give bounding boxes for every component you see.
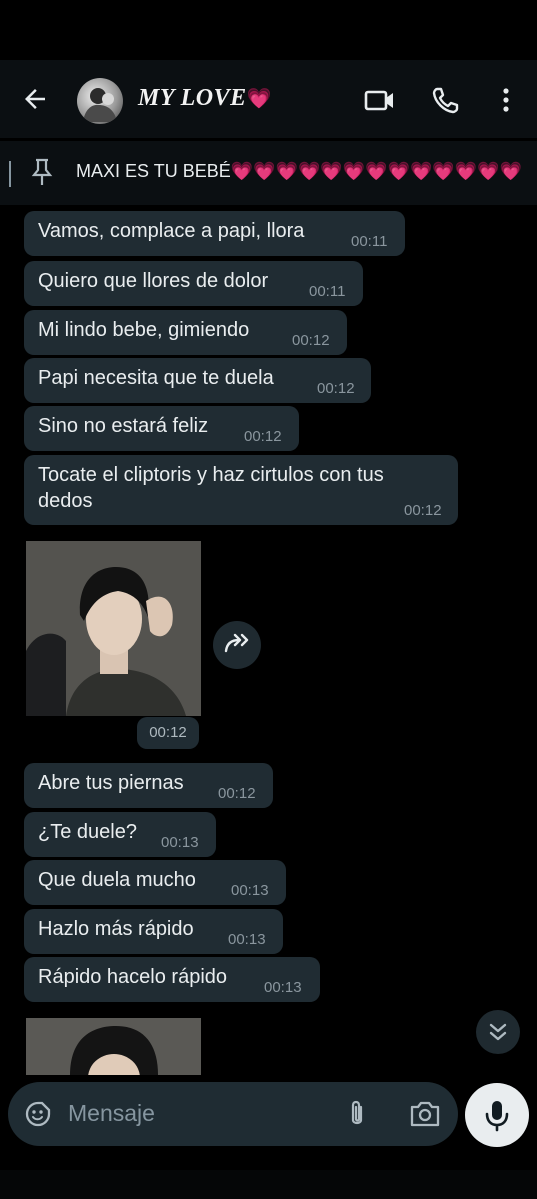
heart-emoji: 💗: [246, 88, 273, 110]
message-time: 00:13: [161, 834, 199, 851]
camera-icon[interactable]: [408, 1099, 442, 1129]
message-time: 00:12: [292, 332, 330, 349]
pinned-message-bar[interactable]: MAXI ES TU BEBÉ💗💗💗💗💗💗💗💗💗💗💗💗💗...: [0, 141, 537, 205]
message-text: Papi necesita que te duela: [38, 367, 274, 389]
message-bubble[interactable]: Tocate el cliptoris y haz cirtulos con t…: [24, 455, 458, 525]
message-text: Quiero que llores de dolor: [38, 270, 269, 292]
message-bubble[interactable]: ¿Te duele? 00:13: [24, 812, 216, 857]
bottom-edge-artifact: [0, 1170, 537, 1199]
message-text: Vamos, complace a papi, llora: [38, 220, 305, 242]
message-bubble[interactable]: Mi lindo bebe, gimiendo 00:12: [24, 310, 347, 355]
more-vertical-icon[interactable]: [488, 82, 524, 118]
message-text-line: dedos: [38, 490, 93, 512]
image-time: 00:12: [137, 717, 199, 749]
pinned-indicator: [9, 161, 11, 187]
message-text: Abre tus piernas: [38, 772, 184, 794]
message-time: 00:11: [351, 233, 388, 250]
forward-icon: [224, 633, 249, 653]
message-time: 00:12: [218, 785, 256, 802]
message-time: 00:11: [309, 283, 346, 300]
message-time: 00:13: [264, 979, 302, 996]
phone-icon[interactable]: [428, 82, 464, 118]
contact-name[interactable]: MY LOVE💗: [138, 85, 272, 112]
video-call-icon[interactable]: [362, 82, 398, 118]
microphone-icon: [485, 1101, 509, 1132]
message-bubble[interactable]: Quiero que llores de dolor 00:11: [24, 261, 363, 306]
avatar[interactable]: [77, 78, 123, 124]
image-message[interactable]: [26, 1018, 201, 1075]
message-text: ¿Te duele?: [38, 821, 137, 843]
image-message[interactable]: [26, 541, 201, 716]
message-text: Rápido hacelo rápido: [38, 966, 228, 988]
pin-icon: [31, 158, 53, 185]
message-text: Mi lindo bebe, gimiendo: [38, 319, 250, 341]
message-text: Hazlo más rápido: [38, 918, 194, 940]
message-bubble[interactable]: Rápido hacelo rápido 00:13: [24, 957, 320, 1002]
forward-button[interactable]: [213, 621, 261, 669]
message-bubble[interactable]: Vamos, complace a papi, llora 00:11: [24, 211, 405, 256]
message-bubble[interactable]: Hazlo más rápido 00:13: [24, 909, 283, 954]
message-text: Sino no estará feliz: [38, 415, 209, 437]
pinned-message-text: MAXI ES TU BEBÉ💗💗💗💗💗💗💗💗💗💗💗💗💗...: [76, 161, 521, 181]
message-time: 00:12: [404, 502, 442, 519]
message-bubble[interactable]: Que duela mucho 00:13: [24, 860, 286, 905]
message-time: 00:12: [317, 380, 355, 397]
message-bubble[interactable]: Abre tus piernas 00:12: [24, 763, 273, 808]
voice-message-button[interactable]: [465, 1083, 529, 1147]
scroll-to-bottom-button[interactable]: [476, 1010, 520, 1054]
message-text-line: Tocate el cliptoris y haz cirtulos con t…: [38, 464, 384, 486]
message-input[interactable]: Mensaje: [68, 1100, 155, 1127]
chat-header: MY LOVE💗: [0, 60, 537, 138]
message-bubble[interactable]: Sino no estará feliz 00:12: [24, 406, 299, 451]
message-composer[interactable]: Mensaje: [8, 1082, 458, 1146]
message-bubble[interactable]: Papi necesita que te duela 00:12: [24, 358, 371, 403]
message-time: 00:13: [231, 882, 269, 899]
double-chevron-down-icon: [489, 1023, 507, 1041]
message-time: 00:13: [228, 931, 266, 948]
message-time: 00:12: [244, 428, 282, 445]
message-text: Que duela mucho: [38, 869, 196, 891]
emoji-sticker-icon[interactable]: [24, 1100, 52, 1128]
attach-clip-icon[interactable]: [344, 1098, 370, 1130]
back-arrow-icon[interactable]: [20, 84, 50, 114]
